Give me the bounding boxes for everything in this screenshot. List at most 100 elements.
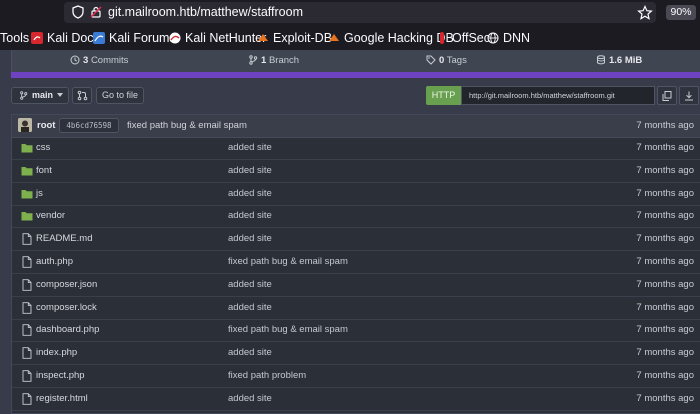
language-stats-bar[interactable]	[11, 72, 700, 78]
go-to-file-button[interactable]: Go to file	[96, 87, 144, 104]
file-commit-message[interactable]: added site	[228, 233, 272, 244]
branches-link[interactable]: 1 Branch	[248, 55, 299, 66]
file-name-link[interactable]: inspect.php	[36, 370, 85, 381]
file-commit-message[interactable]: added site	[228, 347, 272, 358]
shield-icon[interactable]	[71, 5, 85, 19]
file-row[interactable]: README.md added site 7 months ago	[12, 228, 700, 252]
folder-icon	[21, 144, 33, 153]
file-name-link[interactable]: register.html	[36, 393, 88, 404]
file-row[interactable]: index.php added site 7 months ago	[12, 342, 700, 366]
bookmark-star-icon[interactable]	[637, 5, 653, 21]
bookmark-offsec[interactable]: OffSec	[436, 30, 490, 46]
branch-name: main	[32, 90, 54, 100]
globe-icon	[487, 32, 499, 44]
file-name-link[interactable]: README.md	[36, 233, 92, 244]
ghdb-icon	[329, 34, 339, 41]
pull-request-icon	[77, 90, 88, 101]
file-name-link[interactable]: index.php	[36, 347, 77, 358]
file-commit-time: 7 months ago	[636, 392, 694, 404]
commit-message[interactable]: fixed path bug & email spam	[127, 120, 247, 131]
file-commit-time: 7 months ago	[636, 210, 694, 222]
file-commit-message[interactable]: added site	[228, 188, 272, 199]
commits-link[interactable]: 3 Commits	[70, 55, 128, 66]
insecure-lock-icon[interactable]	[89, 5, 103, 19]
file-commit-time: 7 months ago	[636, 347, 694, 359]
file-row[interactable]: vendor added site 7 months ago	[12, 205, 700, 229]
file-commit-message[interactable]: fixed path bug & email spam	[228, 324, 348, 335]
file-row[interactable]: css added site 7 months ago	[12, 137, 700, 160]
bookmark-google-hacking-db[interactable]: Google Hacking DB	[328, 30, 454, 46]
file-commit-time: 7 months ago	[636, 324, 694, 336]
file-commit-time: 7 months ago	[636, 301, 694, 313]
branch-selector[interactable]: main	[11, 87, 69, 104]
bookmarks-bar: Tools Kali Docs Kali Forums Kali NetHunt…	[0, 26, 700, 50]
file-row[interactable]: composer.json added site 7 months ago	[12, 274, 700, 297]
exploitdb-icon	[258, 34, 268, 41]
compare-button[interactable]	[72, 87, 92, 104]
file-commit-time: 7 months ago	[636, 187, 694, 199]
database-icon	[597, 55, 605, 65]
branch-icon	[20, 91, 28, 100]
file-commit-message[interactable]: added site	[228, 165, 272, 176]
file-row[interactable]: register.html added site 7 months ago	[12, 388, 700, 411]
file-name-link[interactable]: auth.php	[36, 256, 73, 267]
bookmark-kali-nethunter[interactable]: Kali NetHunter	[169, 30, 266, 46]
file-row[interactable]: font added site 7 months ago	[12, 160, 700, 183]
file-name-link[interactable]: js	[36, 188, 43, 199]
file-commit-message[interactable]: added site	[228, 210, 272, 221]
file-commit-time: 7 months ago	[636, 233, 694, 245]
commit-sha-button[interactable]: 4b6cd76598	[59, 118, 119, 133]
file-row[interactable]: dashboard.php fixed path bug & email spam…	[12, 319, 700, 343]
file-name-link[interactable]: dashboard.php	[36, 324, 99, 335]
address-bar[interactable]: git.mailroom.htb/matthew/staffroom 90%	[64, 2, 696, 23]
file-icon	[22, 301, 32, 314]
url-text[interactable]: git.mailroom.htb/matthew/staffroom	[108, 5, 303, 19]
file-commit-message[interactable]: fixed path bug & email spam	[228, 256, 348, 267]
avatar[interactable]	[18, 118, 32, 132]
browser-toolbar: git.mailroom.htb/matthew/staffroom 90%	[0, 0, 700, 26]
http-protocol-button[interactable]: HTTP	[426, 86, 461, 105]
file-row[interactable]: composer.lock added site 7 months ago	[12, 297, 700, 320]
file-icon	[22, 347, 32, 359]
file-commit-message[interactable]: added site	[228, 393, 272, 404]
history-icon	[70, 55, 80, 65]
folder-icon	[21, 166, 33, 176]
file-commit-message[interactable]: added site	[228, 302, 272, 313]
file-name-link[interactable]: css	[36, 142, 50, 153]
kali-forums-icon	[93, 32, 105, 44]
file-name-link[interactable]: composer.json	[36, 279, 97, 290]
repo-size: 1.6 MiB	[596, 55, 642, 66]
copy-icon	[662, 91, 672, 101]
file-commit-time: 7 months ago	[636, 278, 694, 290]
file-commit-time: 7 months ago	[636, 142, 694, 153]
file-name-link[interactable]: vendor	[36, 210, 65, 221]
file-row[interactable]: auth.php fixed path bug & email spam 7 mon…	[12, 251, 700, 274]
file-icon	[22, 256, 32, 268]
caret-down-icon	[57, 93, 63, 97]
offsec-icon	[440, 32, 444, 44]
file-name-link[interactable]: font	[36, 165, 52, 176]
file-commit-time: 7 months ago	[636, 256, 694, 267]
zoom-indicator[interactable]: 90%	[666, 5, 696, 20]
file-name-link[interactable]: composer.lock	[36, 302, 97, 313]
file-commit-message[interactable]: added site	[228, 279, 272, 290]
bookmark-tools[interactable]: Tools	[0, 30, 29, 46]
bookmark-dnn[interactable]: DNN	[487, 30, 530, 46]
clone-url-input[interactable]: http://git.mailroom.htb/matthew/staffroo…	[461, 86, 655, 105]
commit-author[interactable]: root	[37, 120, 55, 131]
tags-link[interactable]: 0 Tags	[426, 55, 467, 66]
file-row[interactable]: js added site 7 months ago	[12, 183, 700, 206]
file-commit-message[interactable]: added site	[228, 142, 272, 153]
bookmark-exploit-db[interactable]: Exploit-DB	[257, 30, 332, 46]
file-commit-message[interactable]: fixed path problem	[228, 370, 306, 381]
branch-icon	[249, 55, 258, 65]
file-row[interactable]: inspect.php fixed path problem 7 months ag…	[12, 365, 700, 388]
download-button[interactable]	[679, 86, 699, 105]
bookmark-kali-docs[interactable]: Kali Docs	[31, 30, 100, 46]
file-icon	[22, 370, 32, 382]
file-commit-time: 7 months ago	[636, 370, 694, 381]
commit-time: 7 months ago	[636, 120, 694, 131]
copy-url-button[interactable]	[657, 86, 677, 105]
bookmark-kali-forums[interactable]: Kali Forums	[93, 30, 176, 46]
repo-stats-bar: 3 Commits 1 Branch 0 Tags 1.6 MiB	[11, 50, 700, 72]
